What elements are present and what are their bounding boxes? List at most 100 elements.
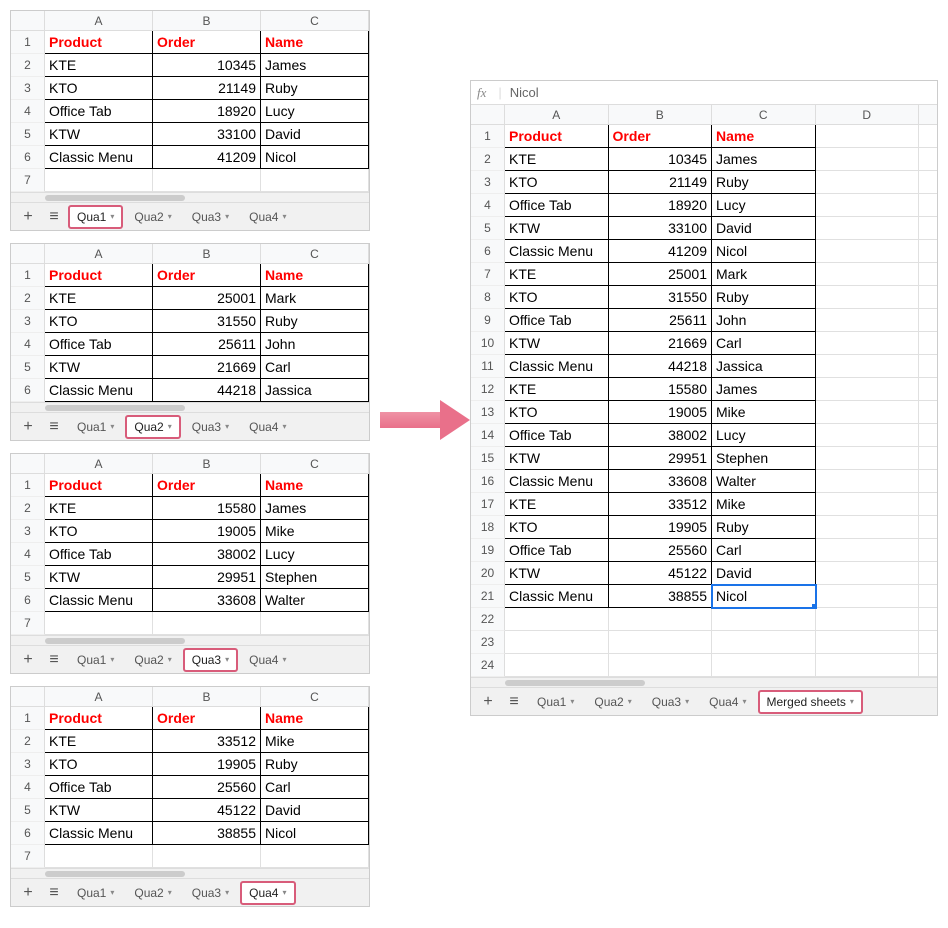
row-number[interactable]: 6 <box>11 146 45 169</box>
cell-product[interactable]: KTO <box>45 77 153 100</box>
header-cell-order[interactable]: Order <box>153 707 261 730</box>
empty-cell[interactable] <box>816 470 920 493</box>
cell-name[interactable]: Jassica <box>261 379 369 402</box>
cell-product[interactable]: Office Tab <box>505 194 609 217</box>
sheet-tab-qua4[interactable]: Qua4▾ <box>701 691 754 713</box>
cell-product[interactable]: KTE <box>45 54 153 77</box>
cell-product[interactable]: Classic Menu <box>45 822 153 845</box>
formula-value[interactable]: Nicol <box>510 85 539 100</box>
cell-product[interactable]: KTO <box>45 520 153 543</box>
cell-name[interactable]: Carl <box>261 776 369 799</box>
cell-product[interactable]: KTE <box>45 497 153 520</box>
row-number[interactable]: 5 <box>471 217 505 240</box>
cell-product[interactable]: KTE <box>505 378 609 401</box>
cell-name[interactable]: Mike <box>712 493 816 516</box>
row-number[interactable]: 3 <box>11 310 45 333</box>
col-header-b[interactable]: B <box>153 454 261 473</box>
empty-cell[interactable] <box>919 332 937 355</box>
cell-name[interactable]: Walter <box>712 470 816 493</box>
cell-order[interactable]: 18920 <box>153 100 261 123</box>
sheet-tab-qua4[interactable]: Qua4▾ <box>241 416 294 438</box>
tab-dropdown-icon[interactable]: ▾ <box>110 416 114 438</box>
tab-dropdown-icon[interactable]: ▾ <box>168 416 172 438</box>
col-header-a[interactable]: A <box>505 105 609 124</box>
cell-product[interactable]: KTW <box>45 356 153 379</box>
empty-cell[interactable] <box>816 240 920 263</box>
cell-name[interactable]: Mark <box>712 263 816 286</box>
cell-name[interactable]: Nicol <box>712 240 816 263</box>
header-cell-product[interactable]: Product <box>45 264 153 287</box>
sheet-tab-qua1[interactable]: Qua1▾ <box>69 649 122 671</box>
add-sheet-button[interactable]: + <box>17 882 39 904</box>
empty-cell[interactable] <box>261 169 369 192</box>
sheet-tab-qua1[interactable]: Qua1▾ <box>69 416 122 438</box>
row-number[interactable]: 4 <box>11 776 45 799</box>
all-sheets-button[interactable]: ≡ <box>43 649 65 671</box>
empty-cell[interactable] <box>919 309 937 332</box>
cell-product[interactable]: KTW <box>505 217 609 240</box>
cell-name[interactable]: David <box>261 799 369 822</box>
row-number[interactable]: 17 <box>471 493 505 516</box>
tab-dropdown-icon[interactable]: ▾ <box>282 206 286 228</box>
cell-order[interactable]: 44218 <box>609 355 713 378</box>
cell-name[interactable]: Ruby <box>261 310 369 333</box>
col-header-a[interactable]: A <box>45 244 153 263</box>
cell-order[interactable]: 29951 <box>609 447 713 470</box>
empty-cell[interactable] <box>816 378 920 401</box>
row-number[interactable]: 5 <box>11 566 45 589</box>
empty-cell[interactable] <box>45 845 153 868</box>
cell-product[interactable]: Office Tab <box>505 539 609 562</box>
row-number[interactable]: 5 <box>11 356 45 379</box>
empty-cell[interactable] <box>45 612 153 635</box>
cell-order[interactable]: 19905 <box>153 753 261 776</box>
horizontal-scrollbar[interactable] <box>11 868 369 878</box>
row-number[interactable]: 13 <box>471 401 505 424</box>
empty-cell[interactable] <box>45 169 153 192</box>
empty-cell[interactable] <box>919 424 937 447</box>
cell-order[interactable]: 33100 <box>609 217 713 240</box>
col-header-d[interactable]: D <box>816 105 920 124</box>
cell-name[interactable]: Carl <box>712 539 816 562</box>
col-header-c[interactable]: C <box>261 11 369 30</box>
cell-name[interactable]: David <box>261 123 369 146</box>
header-cell-name[interactable]: Name <box>712 125 816 148</box>
empty-cell[interactable] <box>816 148 920 171</box>
col-header-a[interactable]: A <box>45 11 153 30</box>
sheet-tab-qua3[interactable]: Qua3▾ <box>184 206 237 228</box>
col-header-a[interactable]: A <box>45 454 153 473</box>
cell-product[interactable]: Classic Menu <box>505 240 609 263</box>
empty-cell[interactable] <box>919 148 937 171</box>
empty-cell[interactable] <box>816 171 920 194</box>
sheet-tab-qua4[interactable]: Qua4▾ <box>241 206 294 228</box>
cell-name[interactable]: Mark <box>261 287 369 310</box>
sheet-tab-qua2[interactable]: Qua2▾ <box>126 649 179 671</box>
row-number[interactable]: 21 <box>471 585 505 608</box>
header-cell-product[interactable]: Product <box>45 31 153 54</box>
add-sheet-button[interactable]: + <box>17 649 39 671</box>
sheet-tab-qua1[interactable]: Qua1▾ <box>529 691 582 713</box>
cell-name[interactable]: Nicol <box>261 822 369 845</box>
cell-product[interactable]: KTW <box>505 447 609 470</box>
row-number[interactable]: 3 <box>11 753 45 776</box>
cell-name[interactable]: David <box>712 217 816 240</box>
row-number[interactable]: 7 <box>11 612 45 635</box>
row-number[interactable]: 23 <box>471 631 505 654</box>
row-number[interactable]: 4 <box>11 543 45 566</box>
cell-order[interactable]: 21149 <box>609 171 713 194</box>
cell-order[interactable]: 21669 <box>609 332 713 355</box>
empty-cell[interactable] <box>919 194 937 217</box>
empty-cell[interactable] <box>816 424 920 447</box>
cell-product[interactable]: Office Tab <box>45 333 153 356</box>
empty-cell[interactable] <box>919 631 937 654</box>
cell-name[interactable]: James <box>712 148 816 171</box>
cell-order[interactable]: 45122 <box>153 799 261 822</box>
col-header-b[interactable]: B <box>609 105 713 124</box>
cell-order[interactable]: 10345 <box>153 54 261 77</box>
cell-order[interactable]: 33100 <box>153 123 261 146</box>
row-number[interactable]: 7 <box>11 169 45 192</box>
cell-product[interactable]: Office Tab <box>45 100 153 123</box>
tab-dropdown-icon[interactable]: ▾ <box>225 649 229 671</box>
empty-cell[interactable] <box>919 654 937 677</box>
empty-cell[interactable] <box>153 169 261 192</box>
cell-name[interactable]: Mike <box>261 730 369 753</box>
